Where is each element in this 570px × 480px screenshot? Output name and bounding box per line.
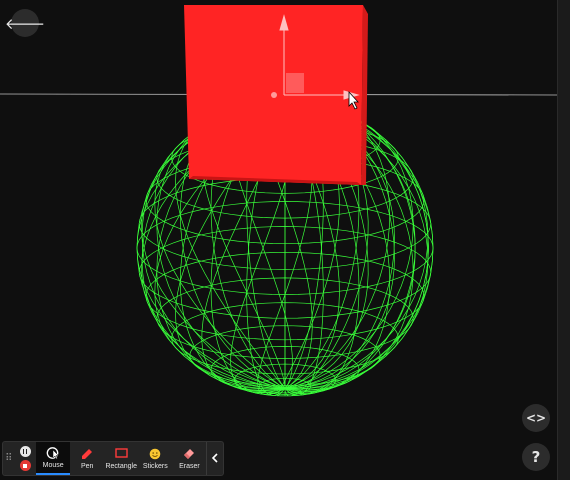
stop-icon[interactable] <box>19 460 31 471</box>
help-button[interactable]: ? <box>522 443 550 471</box>
tool-pen[interactable]: Pen <box>70 442 104 475</box>
chevron-left-icon <box>211 452 219 466</box>
pen-icon <box>80 448 94 460</box>
sticker-icon <box>148 448 162 460</box>
recording-controls <box>15 442 36 475</box>
eraser-icon <box>182 448 196 460</box>
tool-label: Eraser <box>179 462 200 470</box>
code-icon: <> <box>525 411 547 425</box>
collapse-toolbar-button[interactable] <box>206 442 223 475</box>
rectangle-icon <box>114 448 128 460</box>
scene-canvas[interactable] <box>0 0 557 480</box>
tool-rectangle[interactable]: Rectangle <box>104 442 138 475</box>
mouse-icon <box>46 446 60 459</box>
drag-handle[interactable]: ⠿ <box>3 442 15 475</box>
help-icon: ? <box>531 448 541 466</box>
back-arrow-icon: 🡐 <box>4 14 46 33</box>
pause-icon[interactable] <box>19 446 31 457</box>
code-toggle-button[interactable]: <> <box>522 404 550 432</box>
3d-viewport[interactable]: 🡐 <> ? ⠿ Mouse Pen Rectangle Stickers Er… <box>0 0 557 480</box>
tool-eraser[interactable]: Eraser <box>172 442 206 475</box>
tool-stickers[interactable]: Stickers <box>138 442 172 475</box>
scrollbar[interactable] <box>557 0 570 480</box>
tool-label: Mouse <box>42 461 64 469</box>
back-button[interactable]: 🡐 <box>5 9 45 37</box>
tool-label: Rectangle <box>105 462 138 470</box>
tool-mouse[interactable]: Mouse <box>36 442 71 475</box>
tool-label: Pen <box>80 462 94 470</box>
drawing-toolbar: ⠿ Mouse Pen Rectangle Stickers Eraser <box>2 441 224 476</box>
tool-label: Stickers <box>142 462 168 470</box>
